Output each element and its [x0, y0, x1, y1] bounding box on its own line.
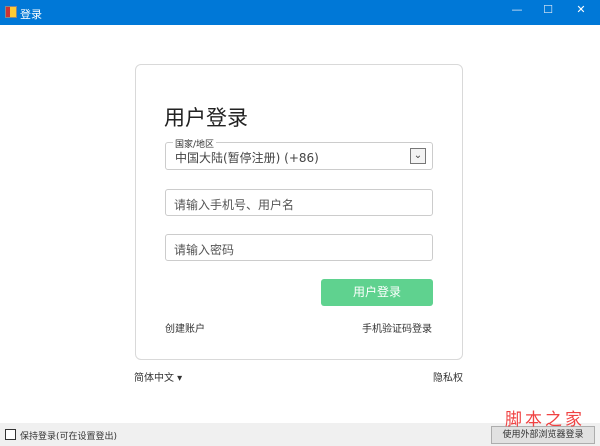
chevron-down-icon[interactable]: ⌄ — [410, 148, 426, 164]
login-button[interactable]: 用户登录 — [321, 279, 433, 306]
minimize-button[interactable]: — — [502, 3, 532, 21]
app-icon — [5, 6, 17, 18]
title-bar: 登录 — ☐ ✕ — [0, 0, 600, 25]
country-value: 中国大陆(暂停注册) (+86) — [175, 151, 319, 165]
window-title: 登录 — [20, 8, 42, 21]
keep-login-label[interactable]: 保持登录(可在设置登出) — [20, 429, 117, 442]
create-account-link[interactable]: 创建账户 — [165, 320, 205, 335]
language-select[interactable]: 简体中文 ▾ — [134, 369, 182, 384]
country-label: 国家/地区 — [173, 137, 217, 150]
sms-login-link[interactable]: 手机验证码登录 — [362, 320, 432, 335]
maximize-button[interactable]: ☐ — [533, 3, 563, 21]
watermark: 脚本之家 — [505, 410, 585, 430]
page-title: 用户登录 — [164, 106, 248, 130]
privacy-link[interactable]: 隐私权 — [433, 369, 463, 384]
phone-input[interactable]: 请输入手机号、用户名 — [165, 189, 433, 216]
close-button[interactable]: ✕ — [566, 3, 596, 21]
password-input[interactable]: 请输入密码 — [165, 234, 433, 261]
keep-login-checkbox[interactable] — [5, 429, 16, 440]
